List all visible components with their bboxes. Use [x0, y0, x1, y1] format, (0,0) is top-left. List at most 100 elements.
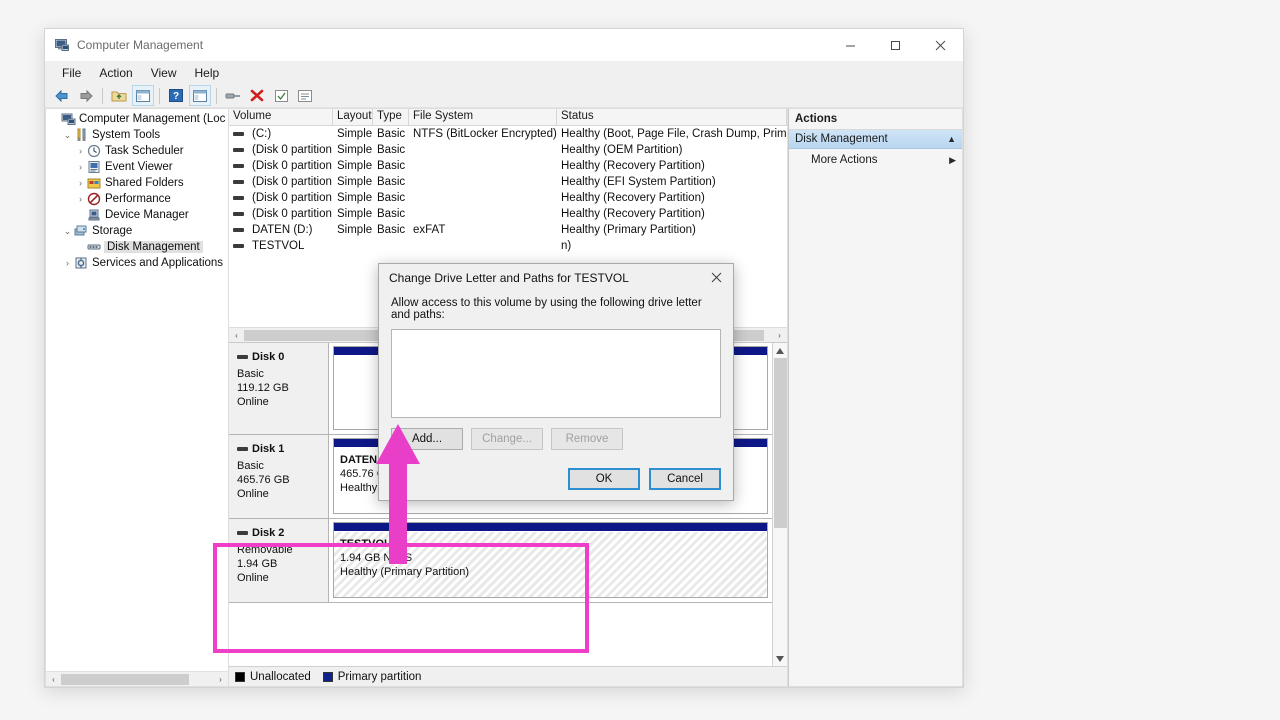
tree-item-shared-folders[interactable]: ›Shared Folders — [46, 175, 228, 191]
volume-row[interactable]: (Disk 0 partition 6)SimpleBasicHealthy (… — [229, 190, 787, 206]
back-icon[interactable] — [51, 85, 73, 106]
disk-state: Online — [237, 395, 328, 409]
properties-pane-icon[interactable] — [189, 85, 211, 106]
actions-group-disk-management[interactable]: Disk Management ▲ — [789, 130, 962, 149]
window-titlebar: Computer Management — [45, 29, 963, 61]
tree-item-services-and-applications[interactable]: › Services and Applications — [46, 255, 228, 271]
change-drive-letter-dialog: Change Drive Letter and Paths for TESTVO… — [378, 263, 734, 501]
close-button[interactable] — [918, 29, 963, 61]
drive-letter-paths-list[interactable] — [391, 329, 721, 418]
volume-cell-volume: (Disk 0 partition 3) — [248, 176, 333, 188]
forward-icon[interactable] — [75, 85, 97, 106]
disk-management-icon — [87, 240, 102, 254]
tree-item-task-scheduler[interactable]: ›Task Scheduler — [46, 143, 228, 159]
actions-group-label: Disk Management — [795, 133, 947, 145]
volume-drive-icon — [233, 132, 244, 136]
checkbox-icon[interactable] — [270, 85, 292, 106]
dialog-close-icon[interactable] — [699, 264, 733, 291]
volume-cell-fs: exFAT — [409, 224, 557, 236]
chevron-right-icon[interactable]: ▶ — [949, 155, 956, 166]
chevron-up-icon[interactable]: ▲ — [947, 134, 956, 144]
cancel-button[interactable]: Cancel — [649, 468, 721, 490]
volume-row[interactable]: (Disk 0 partition 1)SimpleBasicHealthy (… — [229, 142, 787, 158]
actions-item-label: More Actions — [811, 154, 949, 166]
tree-item-computer-management-local[interactable]: Computer Management (Local — [46, 111, 228, 127]
tree-scroll-left-icon[interactable]: ‹ — [46, 672, 61, 687]
disk-info-panel[interactable]: Disk 2Removable1.94 GBOnline — [229, 519, 329, 602]
tree-item-label: Computer Management (Local — [79, 113, 226, 125]
volume-row[interactable]: (Disk 0 partition 2)SimpleBasicHealthy (… — [229, 158, 787, 174]
tree-item-disk-management[interactable]: Disk Management — [46, 239, 228, 255]
disk-name-row: Disk 0 — [237, 351, 328, 363]
volume-column-header-volume[interactable]: Volume — [229, 109, 333, 125]
volume-cell-status: Healthy (Recovery Partition) — [557, 192, 787, 204]
partition-block[interactable] — [333, 346, 379, 430]
show-hide-tree-icon[interactable] — [132, 85, 154, 106]
disk-scroll-track[interactable] — [773, 358, 788, 651]
actions-item-more-actions[interactable]: More Actions ▶ — [789, 149, 962, 171]
menu-file[interactable]: File — [53, 64, 90, 82]
disk-scroll-up-icon[interactable] — [773, 343, 788, 358]
disk-info-panel[interactable]: Disk 1Basic465.76 GBOnline — [229, 435, 329, 518]
volume-column-header-file-system[interactable]: File System — [409, 109, 557, 125]
delete-icon[interactable] — [246, 85, 268, 106]
volume-cell-type: Basic — [373, 144, 409, 156]
tree-item-label: Services and Applications — [92, 257, 223, 269]
menu-view[interactable]: View — [142, 64, 186, 82]
connect-icon[interactable] — [222, 85, 244, 106]
tree-item-event-viewer[interactable]: ›Event Viewer — [46, 159, 228, 175]
volume-column-header-type[interactable]: Type — [373, 109, 409, 125]
chevron-down-icon[interactable]: ⌄ — [61, 130, 74, 141]
tree-item-device-manager[interactable]: Device Manager — [46, 207, 228, 223]
legend-swatch — [235, 672, 245, 682]
event-viewer-icon — [87, 160, 102, 174]
partition-color-bar — [334, 347, 378, 356]
disk-scroll-thumb[interactable] — [774, 358, 787, 528]
tree-scroll-track[interactable] — [61, 673, 213, 686]
volume-row[interactable]: TESTVOLn) — [229, 238, 787, 254]
volume-cell-type: Basic — [373, 128, 409, 140]
disk-info-panel[interactable]: Disk 0Basic119.12 GBOnline — [229, 343, 329, 434]
menu-action[interactable]: Action — [90, 64, 141, 82]
volume-column-header-layout[interactable]: Layout — [333, 109, 373, 125]
ok-button[interactable]: OK — [568, 468, 640, 490]
menu-help[interactable]: Help — [186, 64, 229, 82]
tree-item-performance[interactable]: › Performance — [46, 191, 228, 207]
chevron-right-icon[interactable]: › — [61, 258, 74, 268]
volume-row[interactable]: (C:)SimpleBasicNTFS (BitLocker Encrypted… — [229, 126, 787, 142]
tree-item-label: Performance — [105, 193, 171, 205]
remove-button: Remove — [551, 428, 623, 450]
tree-item-label: Storage — [92, 225, 132, 237]
volume-cell-layout: Simple — [333, 128, 373, 140]
disk-name-row: Disk 2 — [237, 527, 328, 539]
maximize-button[interactable] — [873, 29, 918, 61]
up-folder-icon[interactable] — [108, 85, 130, 106]
chevron-right-icon[interactable]: › — [74, 162, 87, 172]
disk-vertical-scrollbar[interactable] — [772, 343, 787, 666]
volume-row[interactable]: DATEN (D:)SimpleBasicexFATHealthy (Prima… — [229, 222, 787, 238]
disk-name: Disk 2 — [252, 527, 284, 539]
volume-cell-status: Healthy (Recovery Partition) — [557, 160, 787, 172]
tree-scroll-right-icon[interactable]: › — [213, 672, 228, 687]
volume-cell-volume: (Disk 0 partition 6) — [248, 192, 333, 204]
volume-scroll-left-icon[interactable]: ‹ — [229, 328, 244, 343]
chevron-right-icon[interactable]: › — [74, 178, 87, 188]
tree-item-storage[interactable]: ⌄ Storage — [46, 223, 228, 239]
chevron-right-icon[interactable]: › — [74, 194, 87, 204]
disk-scroll-down-icon[interactable] — [773, 651, 788, 666]
chevron-down-icon[interactable]: ⌄ — [61, 226, 74, 237]
tree-horizontal-scrollbar[interactable]: ‹ › — [46, 671, 228, 686]
minimize-button[interactable] — [828, 29, 873, 61]
tree-item-label: System Tools — [92, 129, 160, 141]
help-icon[interactable]: ? — [165, 85, 187, 106]
tree-scroll-thumb[interactable] — [61, 674, 189, 685]
volume-column-header-status[interactable]: Status — [557, 109, 787, 125]
volume-cell-layout: Simple — [333, 160, 373, 172]
volume-row[interactable]: (Disk 0 partition 3)SimpleBasicHealthy (… — [229, 174, 787, 190]
chevron-right-icon[interactable]: › — [74, 146, 87, 156]
volume-scroll-right-icon[interactable]: › — [772, 328, 787, 343]
detail-list-icon[interactable] — [294, 85, 316, 106]
tree-item-system-tools[interactable]: ⌄ System Tools — [46, 127, 228, 143]
volume-row[interactable]: (Disk 0 partition 7)SimpleBasicHealthy (… — [229, 206, 787, 222]
disk-row-disk-2[interactable]: Disk 2Removable1.94 GBOnlineTESTVOL1.94 … — [229, 519, 772, 603]
